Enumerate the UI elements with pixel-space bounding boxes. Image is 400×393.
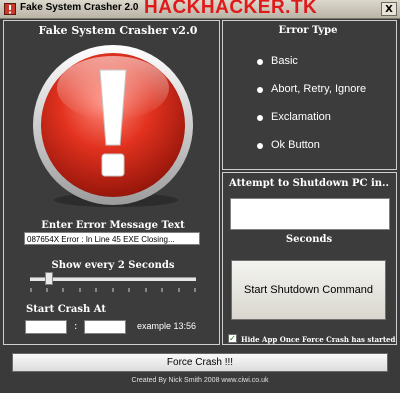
hide-app-checkbox[interactable]: ✓ bbox=[228, 334, 237, 343]
window-title: Fake System Crasher 2.0 bbox=[20, 2, 139, 13]
seconds-label: Seconds bbox=[285, 234, 333, 245]
minute-input[interactable] bbox=[84, 320, 126, 334]
time-example: example 13:56 bbox=[137, 321, 197, 331]
radio-dot-icon bbox=[257, 143, 263, 149]
close-button[interactable]: X bbox=[381, 2, 397, 16]
force-crash-button[interactable]: Force Crash !!! bbox=[12, 353, 388, 372]
radio-dot-icon bbox=[257, 59, 263, 65]
interval-slider[interactable] bbox=[30, 277, 196, 281]
app-icon bbox=[4, 3, 16, 15]
radio-dot-icon bbox=[257, 115, 263, 121]
time-separator: : bbox=[74, 321, 78, 332]
close-icon: X bbox=[385, 4, 393, 15]
error-type-label: Error Type bbox=[278, 25, 338, 36]
slider-ticks bbox=[30, 288, 196, 292]
hide-app-label: Hide App Once Force Crash has started bbox=[241, 335, 396, 344]
option-label: Basic bbox=[271, 55, 298, 67]
error-message-input[interactable]: 087654X Error : In Line 45 EXE Closing..… bbox=[24, 232, 200, 245]
option-label: Abort, Retry, Ignore bbox=[271, 83, 367, 95]
radio-dot-icon bbox=[257, 87, 263, 93]
interval-slider-thumb[interactable] bbox=[45, 272, 53, 285]
option-label: Ok Button bbox=[271, 139, 320, 151]
error-message-label: Enter Error Message Text bbox=[41, 220, 185, 231]
credits-text: Created By Nick Smith 2008 www.ciwi.co.u… bbox=[131, 377, 269, 384]
interval-label: Show every 2 Seconds bbox=[51, 260, 175, 271]
start-crash-label: Start Crash At bbox=[26, 304, 106, 315]
shutdown-label: Attempt to Shutdown PC in.. bbox=[228, 178, 390, 189]
shutdown-seconds-input[interactable] bbox=[230, 198, 390, 230]
watermark-text: HACKHACKER.TK bbox=[144, 0, 318, 18]
app-heading: Fake System Crasher v2.0 bbox=[38, 24, 198, 37]
option-label: Exclamation bbox=[271, 111, 331, 123]
title-bar: Fake System Crasher 2.0 HACKHACKER.TK X bbox=[0, 0, 400, 19]
checkmark-icon: ✓ bbox=[229, 334, 236, 343]
exclamation-icon bbox=[33, 45, 193, 207]
hour-input[interactable] bbox=[25, 320, 67, 334]
start-shutdown-button[interactable]: Start Shutdown Command bbox=[231, 260, 386, 320]
